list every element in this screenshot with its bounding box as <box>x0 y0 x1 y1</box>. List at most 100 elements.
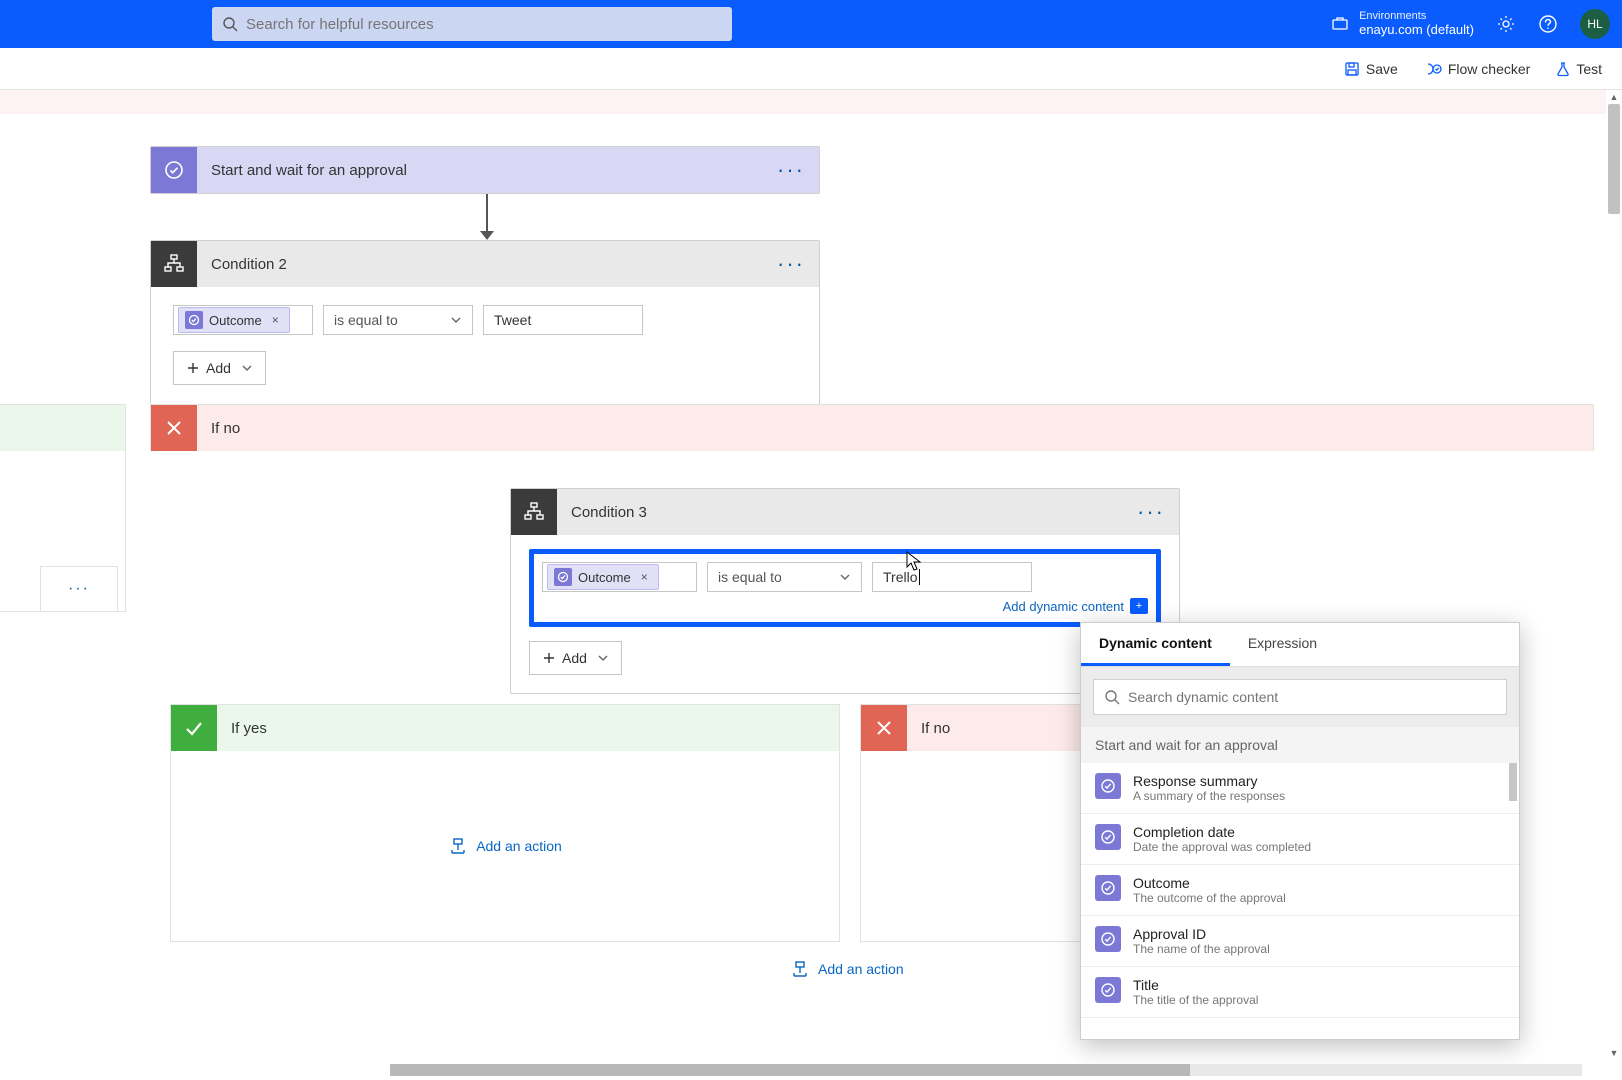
popup-scrollbar[interactable] <box>1509 763 1517 801</box>
approval-token-icon <box>1095 977 1121 1003</box>
dynamic-content-search-input[interactable] <box>1128 689 1496 705</box>
condition2-add-button[interactable]: Add <box>173 351 266 385</box>
add-action-bottom[interactable]: Add an action <box>790 960 904 978</box>
save-label: Save <box>1366 61 1398 77</box>
condition2-left-operand[interactable]: Outcome × <box>173 305 313 335</box>
add-action-yes[interactable]: Add an action <box>448 837 562 855</box>
dynamic-item-desc: The outcome of the approval <box>1133 891 1286 905</box>
condition3-left-operand[interactable]: Outcome × <box>542 562 697 592</box>
dynamic-item-title: Completion date <box>1133 824 1311 840</box>
canvas-top-tint <box>0 90 1606 114</box>
test-button[interactable]: Test <box>1556 61 1602 77</box>
approval-token-icon <box>1095 773 1121 799</box>
dynamic-content-item[interactable]: TitleThe title of the approval <box>1081 967 1519 1018</box>
flow-arrow-1 <box>480 194 494 240</box>
scroll-thumb[interactable] <box>1608 104 1620 214</box>
chevron-down-icon <box>839 571 851 583</box>
dynamic-item-desc: The name of the approval <box>1133 942 1270 956</box>
user-avatar[interactable]: HL <box>1580 9 1610 39</box>
dynamic-item-desc: The title of the approval <box>1133 993 1258 1007</box>
chevron-down-icon <box>450 314 462 326</box>
outcome-token[interactable]: Outcome × <box>547 564 659 590</box>
environment-picker[interactable]: Environments enayu.com (default) <box>1331 10 1474 38</box>
tab-expression-label: Expression <box>1248 635 1317 651</box>
scroll-up-icon[interactable]: ▲ <box>1608 90 1620 104</box>
tab-dynamic-content[interactable]: Dynamic content <box>1081 623 1230 666</box>
dynamic-item-title: Title <box>1133 977 1258 993</box>
approval-token-icon <box>1095 926 1121 952</box>
condition2-add-label: Add <box>206 360 231 376</box>
condition3-title: Condition 3 <box>557 504 1137 521</box>
condition-icon <box>151 241 197 287</box>
dynamic-content-item[interactable]: Completion dateDate the approval was com… <box>1081 814 1519 865</box>
search-icon <box>1104 689 1120 705</box>
condition3-operator[interactable]: is equal to <box>707 562 862 592</box>
dynamic-item-desc: A summary of the responses <box>1133 789 1285 803</box>
tab-expression[interactable]: Expression <box>1230 623 1335 666</box>
tab-dynamic-label: Dynamic content <box>1099 635 1212 651</box>
outcome-token-label: Outcome <box>209 313 262 328</box>
settings-icon[interactable] <box>1496 14 1516 34</box>
global-search[interactable] <box>212 7 732 41</box>
chevron-down-icon <box>597 652 609 664</box>
inner-if-no-title: If no <box>907 720 950 737</box>
dynamic-item-title: Response summary <box>1133 773 1285 789</box>
scroll-down-icon[interactable]: ▼ <box>1608 1046 1620 1060</box>
approval-menu[interactable]: ··· <box>777 157 809 183</box>
add-action-icon <box>448 837 468 855</box>
flow-checker-icon <box>1424 61 1442 77</box>
hscroll-thumb[interactable] <box>390 1064 1190 1076</box>
dynamic-content-item[interactable]: Approval IDThe name of the approval <box>1081 916 1519 967</box>
condition2-value-text: Tweet <box>494 312 531 328</box>
canvas-horizontal-scrollbar[interactable] <box>0 1062 1622 1078</box>
approval-token-icon <box>1095 875 1121 901</box>
mouse-cursor-icon <box>905 550 923 572</box>
outcome-token[interactable]: Outcome × <box>178 307 290 333</box>
test-icon <box>1556 61 1570 77</box>
test-label: Test <box>1576 61 1602 77</box>
condition3-menu[interactable]: ··· <box>1137 499 1169 525</box>
environment-name: enayu.com (default) <box>1359 23 1474 38</box>
top-nav-bar: Environments enayu.com (default) HL <box>0 0 1622 48</box>
environment-label: Environments <box>1359 10 1474 23</box>
condition3-value-input[interactable]: Trello <box>872 562 1032 592</box>
left-fragment-menu[interactable]: ··· <box>40 566 118 612</box>
inner-if-no-branch: If no <box>860 704 1080 942</box>
search-icon <box>222 16 238 32</box>
remove-token-icon[interactable]: × <box>637 570 652 584</box>
condition2-card[interactable]: Condition 2 ··· Outcome × is equal to Tw… <box>150 240 820 406</box>
global-search-input[interactable] <box>238 16 722 33</box>
condition3-highlighted-row: Outcome × is equal to Trello Add dynamic <box>529 549 1161 627</box>
flow-checker-button[interactable]: Flow checker <box>1424 61 1530 77</box>
condition3-operator-label: is equal to <box>718 569 782 585</box>
condition2-operator-label: is equal to <box>334 312 398 328</box>
add-action-bottom-label: Add an action <box>818 961 904 977</box>
help-icon[interactable] <box>1538 14 1558 34</box>
flow-canvas[interactable]: Start and wait for an approval ··· Condi… <box>0 90 1622 1080</box>
approval-title: Start and wait for an approval <box>197 162 777 179</box>
dynamic-content-search[interactable] <box>1093 679 1507 715</box>
canvas-vertical-scrollbar[interactable]: ▲ ▼ <box>1606 90 1622 1080</box>
command-bar: Save Flow checker Test <box>0 48 1622 90</box>
environment-icon <box>1331 15 1349 33</box>
condition2-value-input[interactable]: Tweet <box>483 305 643 335</box>
condition3-add-button[interactable]: Add <box>529 641 622 675</box>
dynamic-content-item[interactable]: OutcomeThe outcome of the approval <box>1081 865 1519 916</box>
approval-card[interactable]: Start and wait for an approval ··· <box>150 146 820 194</box>
dynamic-content-popup: Dynamic content Expression Start and wai… <box>1080 622 1520 1040</box>
condition2-menu[interactable]: ··· <box>777 251 809 277</box>
add-action-icon <box>790 960 810 978</box>
close-icon <box>151 405 197 451</box>
condition2-operator[interactable]: is equal to <box>323 305 473 335</box>
avatar-initials: HL <box>1587 17 1602 31</box>
outer-if-no-title: If no <box>197 420 240 437</box>
remove-token-icon[interactable]: × <box>268 313 283 327</box>
dynamic-content-item[interactable]: Response summaryA summary of the respons… <box>1081 763 1519 814</box>
inner-if-yes-title: If yes <box>217 720 267 737</box>
inner-if-yes-branch: If yes Add an action <box>170 704 840 942</box>
approval-token-icon <box>554 568 572 586</box>
condition-icon <box>511 489 557 535</box>
chevron-down-icon <box>241 362 253 374</box>
add-dynamic-content-link[interactable]: Add dynamic content + <box>1003 598 1148 614</box>
save-button[interactable]: Save <box>1344 61 1398 77</box>
